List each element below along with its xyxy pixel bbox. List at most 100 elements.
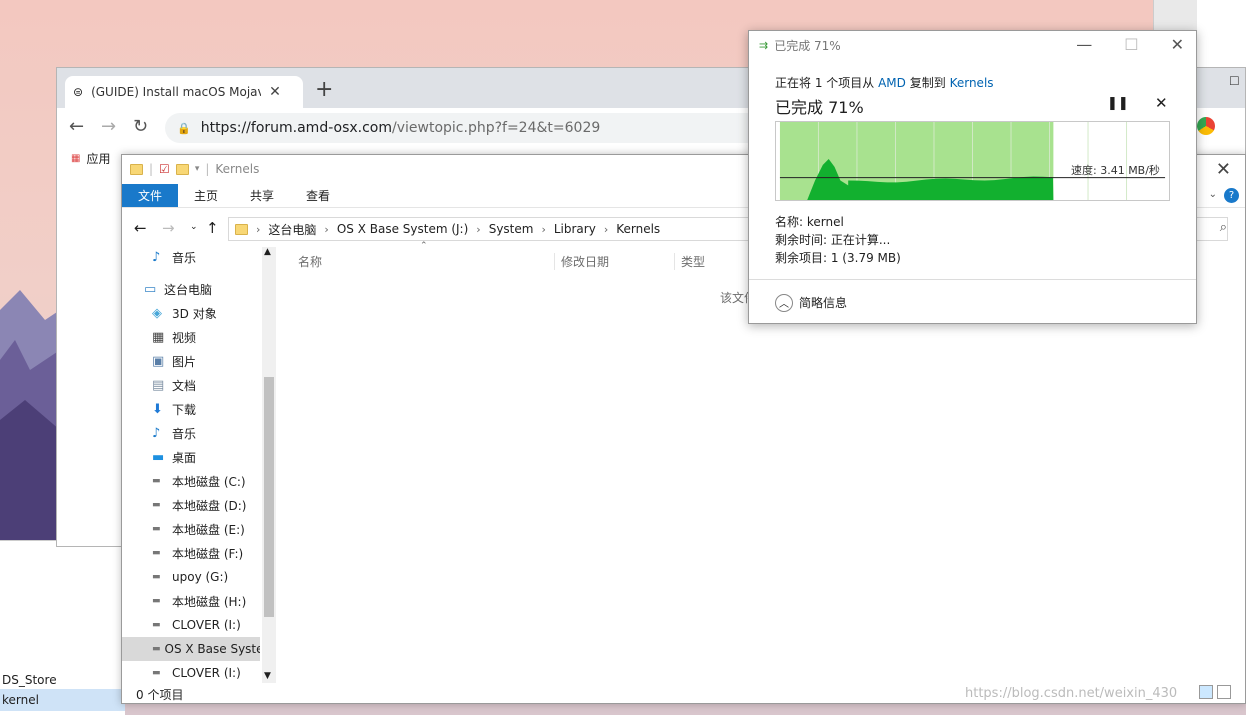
reload-icon[interactable]: ↻ <box>133 116 148 137</box>
tab-view[interactable]: 查看 <box>290 184 346 207</box>
chevron-up-icon[interactable]: ︿ <box>775 293 793 312</box>
apps-grid-icon[interactable]: ▦ <box>71 153 80 164</box>
details-view-icon[interactable] <box>1199 685 1213 699</box>
drive-icon: ▬ <box>152 572 161 582</box>
folder-icon <box>130 163 143 175</box>
tab-title: (GUIDE) Install macOS Mojave c <box>91 85 261 99</box>
sidebar-item[interactable]: ▬ upoy (G:) <box>122 565 260 589</box>
pause-button[interactable]: ❚❚ <box>1107 96 1129 111</box>
sidebar-item[interactable]: ▬ OS X Base Syste <box>122 637 260 661</box>
close-icon[interactable]: ✕ <box>1216 159 1231 180</box>
scrollbar-thumb[interactable] <box>264 377 274 617</box>
sidebar-item-label: 图片 <box>172 354 197 369</box>
scroll-up-icon[interactable]: ▲ <box>264 247 271 257</box>
sidebar-item-label: 文档 <box>172 378 197 393</box>
tab-home[interactable]: 主页 <box>178 184 234 207</box>
back-icon[interactable]: ← <box>134 219 147 237</box>
address-bar[interactable]: 🔒 https://forum.amd-osx.com/viewtopic.ph… <box>165 113 805 143</box>
sidebar-item[interactable]: ♪ 音乐 <box>122 421 260 445</box>
list-item[interactable]: DS_Store <box>0 669 125 691</box>
desktop-icon: ▬ <box>152 449 165 465</box>
sidebar-scrollbar[interactable]: ▲ ▼ <box>262 247 276 683</box>
sidebar-item-label: upoy (G:) <box>172 570 229 584</box>
cancel-button[interactable]: ✕ <box>1155 94 1168 112</box>
forward-icon[interactable]: → <box>162 219 175 237</box>
picture-icon: ▣ <box>152 353 165 369</box>
column-type[interactable]: 类型 <box>674 253 705 270</box>
view-toggle <box>1199 685 1231 699</box>
breadcrumb-item[interactable]: Kernels <box>616 222 660 236</box>
list-item[interactable]: kernel <box>0 689 125 711</box>
breadcrumb-item[interactable]: System <box>489 222 534 236</box>
sidebar-item[interactable]: ▬ 本地磁盘 (F:) <box>122 541 260 565</box>
sidebar-item[interactable]: ▭ 这台电脑 <box>122 277 260 301</box>
scroll-down-icon[interactable]: ▼ <box>264 671 271 681</box>
bookmark-apps[interactable]: 应用 <box>86 150 110 167</box>
chevron-down-icon[interactable]: ⌄ <box>1209 189 1217 200</box>
sidebar-item-label: 音乐 <box>172 250 197 265</box>
browser-tab[interactable]: ⊜ (GUIDE) Install macOS Mojave c ✕ <box>65 76 303 108</box>
breadcrumb-item[interactable]: 这台电脑 <box>268 221 316 238</box>
forward-icon[interactable]: → <box>101 116 116 137</box>
time-remaining: 剩余时间: 正在计算... <box>775 233 891 247</box>
sidebar-item-label: 本地磁盘 (E:) <box>172 522 245 537</box>
up-icon[interactable]: ↑ <box>206 219 219 237</box>
properties-icon[interactable]: ☑ <box>159 162 170 176</box>
minimize-icon[interactable]: — <box>1076 35 1092 54</box>
chevron-down-icon[interactable]: ⌄ <box>190 222 198 232</box>
video-icon: ▦ <box>152 329 165 345</box>
sidebar-item-label: CLOVER (I:) <box>172 666 241 680</box>
sidebar-item[interactable]: ▬ 本地磁盘 (H:) <box>122 589 260 613</box>
sidebar-item-label: OS X Base Syste <box>164 642 260 656</box>
sidebar-item[interactable]: ▦ 视频 <box>122 325 260 349</box>
sidebar-item-label: 视频 <box>172 330 197 345</box>
sidebar-item[interactable]: ▬ CLOVER (I:) <box>122 613 260 637</box>
breadcrumb-item[interactable]: OS X Base System (J:) <box>337 222 468 236</box>
sidebar-item-label: 音乐 <box>172 426 197 441</box>
large-icons-view-icon[interactable] <box>1217 685 1231 699</box>
new-folder-icon[interactable] <box>175 163 189 175</box>
sidebar-item-label: CLOVER (I:) <box>172 618 241 632</box>
column-date[interactable]: 修改日期 <box>554 253 609 270</box>
tab-file[interactable]: 文件 <box>122 184 179 207</box>
drive-icon: ▬ <box>152 596 161 606</box>
sidebar-item[interactable]: ▬ 桌面 <box>122 445 260 469</box>
copy-icon: ⇉ <box>759 38 769 52</box>
destination-link[interactable]: Kernels <box>950 76 994 90</box>
sidebar-item[interactable]: ♪ 音乐 <box>122 245 260 269</box>
close-icon[interactable]: ✕ <box>1171 35 1184 54</box>
sidebar-item[interactable]: ▬ CLOVER (I:) <box>122 661 260 685</box>
chevron-down-icon[interactable]: ▾ <box>195 164 200 174</box>
maximize-icon[interactable]: ☐ <box>1229 74 1240 88</box>
sidebar-item[interactable]: ▬ 本地磁盘 (E:) <box>122 517 260 541</box>
desktop-wallpaper-mountain <box>0 290 60 550</box>
background-window: DS_Store kernel <box>0 540 125 715</box>
search-icon[interactable]: ⌕ <box>1220 220 1227 235</box>
background-window-edge <box>1197 0 1246 70</box>
dialog-footer: ︿ 简略信息 <box>749 279 1196 325</box>
sidebar-item[interactable]: ⬇ 下载 <box>122 397 260 421</box>
sidebar-item-label: 本地磁盘 (D:) <box>172 498 247 513</box>
sidebar-item[interactable]: ▬ 本地磁盘 (C:) <box>122 469 260 493</box>
less-details-button[interactable]: 简略信息 <box>799 294 847 311</box>
window-controls: — ☐ ✕ <box>1076 35 1184 54</box>
folder-icon <box>235 223 248 235</box>
column-name[interactable]: 名称 <box>298 253 322 270</box>
breadcrumb-item[interactable]: Library <box>554 222 596 236</box>
sidebar-item[interactable]: ◈ 3D 对象 <box>122 301 260 325</box>
copy-description-mid: 复制到 <box>909 76 946 90</box>
sidebar-item-label: 桌面 <box>172 450 197 465</box>
help-icon[interactable]: ? <box>1224 188 1239 203</box>
tab-share[interactable]: 共享 <box>234 184 290 207</box>
watermark: https://blog.csdn.net/weixin_430 <box>965 686 1178 701</box>
new-tab-button[interactable]: + <box>315 77 333 102</box>
close-tab-icon[interactable]: ✕ <box>269 84 281 100</box>
sidebar-item-label: 3D 对象 <box>172 306 217 321</box>
back-icon[interactable]: ← <box>69 116 84 137</box>
sidebar-item[interactable]: ▣ 图片 <box>122 349 260 373</box>
source-link[interactable]: AMD <box>878 76 906 90</box>
extension-icon[interactable] <box>1197 117 1215 135</box>
sidebar-item[interactable]: ▬ 本地磁盘 (D:) <box>122 493 260 517</box>
maximize-icon[interactable]: ☐ <box>1124 35 1138 54</box>
sidebar-item[interactable]: ▤ 文档 <box>122 373 260 397</box>
